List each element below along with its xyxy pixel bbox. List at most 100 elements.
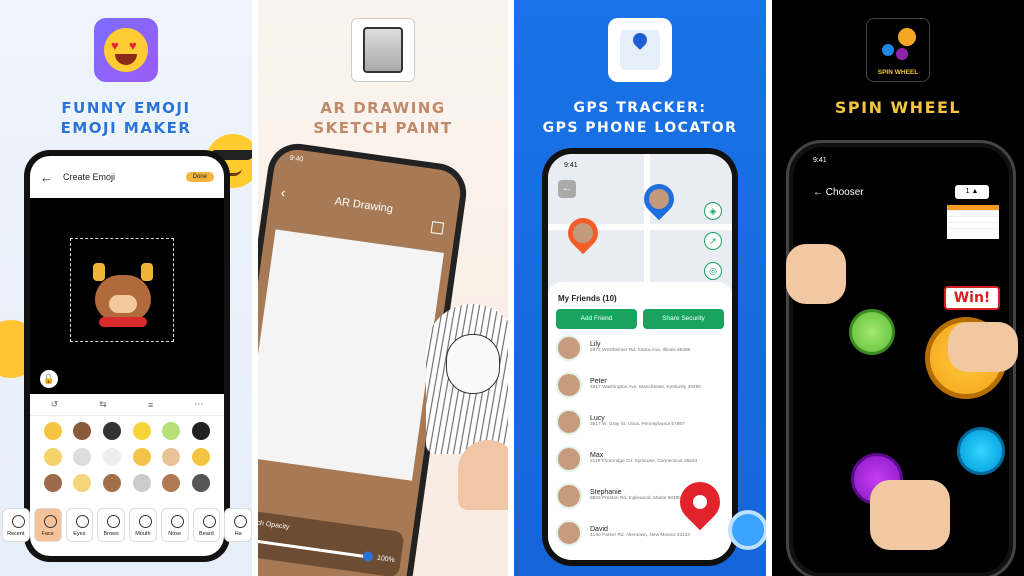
sticker-item[interactable] [73,448,92,466]
hand-illustration [948,322,1018,372]
friend-name: Stephanie [590,489,622,496]
opacity-label: Sketch Opacity [258,517,290,532]
avatar [556,482,582,509]
sticker-item[interactable] [43,474,62,492]
spin-wheel-app-icon[interactable]: SPIN WHEEL [866,18,930,82]
flip-icon[interactable]: ⇆ [99,399,107,410]
back-arrow-icon[interactable]: ← [558,180,576,198]
friend-address: 2118 Thornridge Cir. Syracuse, Connectic… [590,459,698,464]
sticker-item[interactable] [192,474,211,492]
friend-row[interactable]: Lily 2972 Westheimer Rd. Santa Ana, Illin… [548,329,732,366]
map-pin-icon [620,30,660,70]
friend-address: 3517 W. Gray St. Utica, Pennsylvania 578… [590,422,685,427]
avatar [556,371,582,398]
player-count-select[interactable]: 1 ▲ [955,185,989,199]
emoji-maker-panel: ♥ ♥ FUNNY EMOJI EMOJI MAKER ← Create Emoj… [0,0,252,576]
done-button[interactable]: Done [185,172,214,182]
category-face[interactable]: Face [33,508,62,542]
sticker-grid [38,422,216,492]
lock-icon[interactable]: 🔓 [40,370,58,388]
sticker-item[interactable] [132,474,151,492]
status-time: 9:41 [813,157,827,164]
directions-icon[interactable]: ↗ [704,232,722,250]
sticker-item[interactable] [43,448,62,466]
sticker-item[interactable] [132,422,151,440]
ar-drawing-panel: AR DRAWING SKETCH PAINT 9:40 ‹ AR Drawin… [258,0,508,576]
emoji-headline: FUNNY EMOJI EMOJI MAKER [60,99,192,137]
green-touch-circle[interactable] [849,309,895,355]
sticker-item[interactable] [73,474,92,492]
category-nose[interactable]: Nose [160,508,189,542]
friend-row[interactable]: Max 2118 Thornridge Cir. Syracuse, Connec… [548,440,732,477]
category-hair[interactable]: Ha [224,508,252,542]
friend-address: 4517 Washington Ave. Manchester, Kentuck… [590,385,701,390]
gps-app-icon[interactable] [608,18,672,82]
friend-address: 2972 Westheimer Rd. Santa Ana, Illinois … [590,348,691,353]
status-time: 9:40 [289,154,304,164]
sticker-item[interactable] [162,422,181,440]
emoji-app-icon[interactable]: ♥ ♥ [94,18,158,82]
category-bar: Recent Face Eyes Brows Mouth Nose Beard … [0,508,252,544]
category-beard[interactable]: Beard [192,508,221,542]
screen-title: AR Drawing [333,195,394,216]
gps-tracker-panel: GPS TRACKER: GPS PHONE LOCATOR 9:41 ← ◈ … [514,0,766,576]
ar-drawing-app-icon[interactable] [351,18,415,82]
emoji-screen: ← Create Emoji Done 🔓 ↺ ⇆ ≡ ⋯ [30,156,224,556]
friend-name: David [590,526,608,533]
logo-text: SPIN WHEEL [877,69,919,76]
emoji-top-bar: ← Create Emoji Done [30,156,224,198]
emoji-toolbar: ↺ ⇆ ≡ ⋯ [30,394,224,416]
category-mouth[interactable]: Mouth [129,508,157,542]
friend-row[interactable]: Lucy 3517 W. Gray St. Utica, Pennsylvania… [548,403,732,440]
opacity-value: 100% [376,554,396,565]
status-time: 9:41 [564,162,578,169]
friend-address: 4140 Parker Rd. Allentown, New Mexico 31… [590,533,690,538]
share-security-button[interactable]: Share Security [643,309,724,329]
avatar [556,334,582,361]
spin-headline: SPIN WHEEL [834,98,962,117]
avatar [556,445,582,472]
layers-icon[interactable]: ◈ [704,202,722,220]
category-brows[interactable]: Brows [97,508,125,542]
more-icon[interactable]: ⋯ [194,399,203,410]
cyan-touch-circle[interactable] [957,427,1005,475]
avatar [556,519,582,546]
friend-name: Lucy [590,415,605,422]
undo-icon[interactable]: ↺ [51,399,59,410]
sticker-item[interactable] [103,448,122,466]
add-friend-button[interactable]: Add Friend [556,309,637,329]
hand-illustration [786,244,846,304]
opacity-slider-track[interactable] [258,537,372,559]
sticker-item[interactable] [103,422,122,440]
opacity-control: Sketch Opacity 100% [258,508,405,576]
screen-title: Create Emoji [63,172,116,182]
sticker-item[interactable] [162,448,181,466]
friends-title: My Friends (10) [558,294,617,303]
sketch-portrait-icon [363,27,403,73]
sticker-item[interactable] [103,474,122,492]
category-eyes[interactable]: Eyes [65,508,94,542]
home-icon[interactable] [430,221,445,235]
category-recent[interactable]: Recent [2,508,30,542]
back-arrow-icon[interactable]: ← [40,170,53,185]
sticker-item[interactable] [132,448,151,466]
heart-eyes-emoji-icon: ♥ ♥ [104,28,148,72]
emoji-phone-mockup: ← Create Emoji Done 🔓 ↺ ⇆ ≡ ⋯ [24,150,230,562]
friend-row[interactable]: Peter 4517 Washington Ave. Manchester, Ke… [548,366,732,403]
sticker-item[interactable] [162,474,181,492]
my-location-icon[interactable]: ◎ [704,262,722,280]
player-count-dropdown[interactable] [947,205,999,239]
selection-box[interactable] [70,238,174,342]
emoji-canvas[interactable]: 🔓 [30,198,224,394]
sticker-item[interactable] [192,422,211,440]
spin-wheel-logo-icon: SPIN WHEEL [870,22,926,78]
sticker-item[interactable] [73,422,92,440]
friend-actions: Add Friend Share Security [548,309,732,329]
align-icon[interactable]: ≡ [148,400,153,410]
drawing-paper [258,229,444,481]
friend-name: Lily [590,341,601,348]
opacity-slider-knob[interactable] [362,550,374,563]
sticker-item[interactable] [192,448,211,466]
gps-headline: GPS TRACKER: GPS PHONE LOCATOR [542,100,738,136]
sticker-item[interactable] [43,422,62,440]
